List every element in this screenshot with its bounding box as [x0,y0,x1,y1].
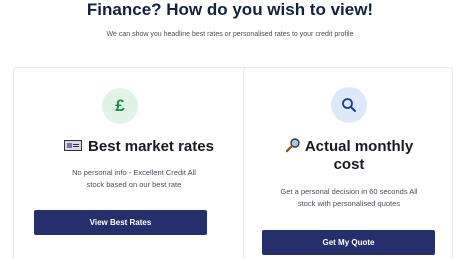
actual-cost-title-line1: Actual monthly [304,138,414,155]
best-rates-desc-line1: No personal info - Excellent Credit All [72,168,196,177]
search-icon [342,98,356,112]
best-rates-title-text: Best market rates [88,138,214,155]
page-title: Finance? How do you wish to view! [86,0,374,19]
magnifier-emoji-icon [285,138,300,153]
search-icon-badge [331,87,367,123]
actual-cost-desc-line1: Get a personal decision in 60 seconds Al… [280,187,418,196]
best-rates-desc-line2: stock based on our best rate [86,180,182,189]
best-rates-card: £ Best market rates No personal info - E… [13,67,253,259]
actual-cost-card: Actual monthly cost Get a personal decis… [243,67,453,259]
pound-glyph: £ [115,96,125,115]
actual-cost-desc-line2: stock with personalised quotes [297,199,401,208]
best-rates-title: Best market rates [44,138,234,156]
page-subtitle: We can show you headline best rates or p… [106,31,354,38]
best-rates-description: No personal info - Excellent Credit All … [24,167,244,191]
actual-cost-title-line2: cost [333,156,365,173]
view-best-rates-button[interactable]: View Best Rates [34,210,207,235]
pound-icon: £ [102,88,138,124]
actual-cost-title: Actual monthly cost [254,138,444,174]
credit-card-icon [64,139,83,151]
actual-cost-description: Get a personal decision in 60 seconds Al… [249,186,449,210]
get-my-quote-button[interactable]: Get My Quote [262,230,435,255]
